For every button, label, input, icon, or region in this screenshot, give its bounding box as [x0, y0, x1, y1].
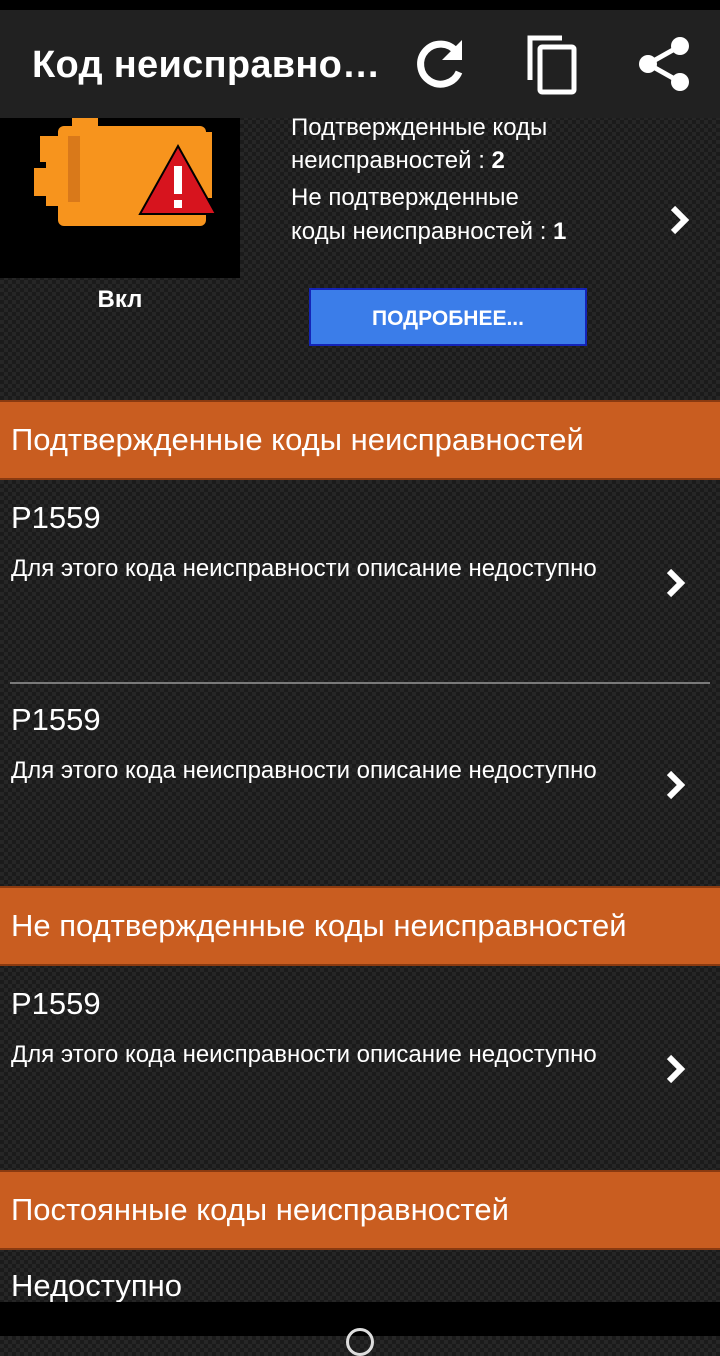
app-bar: Код неисправно… [0, 10, 720, 118]
dtc-description: Для этого кода неисправности описание не… [11, 555, 597, 582]
unconfirmed-count-label: Не подтвержденные [291, 184, 519, 211]
dtc-code: P1559 [11, 702, 101, 737]
chevron-right-icon [660, 1051, 692, 1087]
details-button[interactable]: ПОДРОБНЕЕ... [309, 288, 587, 346]
section-title: Не подтвержденные коды неисправностей [11, 908, 627, 943]
dtc-description: Для этого кода неисправности описание не… [11, 1041, 597, 1068]
copy-icon[interactable] [520, 32, 584, 96]
unconfirmed-count-text: коды неисправностей : [291, 218, 554, 245]
list-item[interactable]: P1559 Для этого кода неисправности описа… [0, 702, 720, 882]
confirmed-count-text: неисправностей : [291, 147, 492, 174]
confirmed-count-line: неисправностей : 2 [291, 144, 505, 178]
status-bar [0, 0, 720, 10]
page-title: Код неисправно… [32, 44, 381, 86]
dtc-description: Для этого кода неисправности описание не… [11, 757, 597, 784]
dtc-code: P1559 [11, 500, 101, 535]
unconfirmed-count-line: коды неисправностей : 1 [291, 215, 566, 249]
chevron-right-icon [660, 767, 692, 803]
share-icon[interactable] [632, 32, 696, 96]
refresh-icon[interactable] [408, 32, 472, 96]
unconfirmed-count-value: 1 [553, 218, 567, 245]
unconfirmed-section-header: Не подтвержденные коды неисправностей [0, 886, 720, 966]
permanent-codes-value: Недоступно [11, 1268, 182, 1303]
dtc-summary: Вкл Подтвержденные коды неисправностей :… [0, 114, 720, 398]
confirmed-section-header: Подтвержденные коды неисправностей [0, 400, 720, 480]
confirmed-count-value: 2 [491, 147, 505, 174]
dtc-code: P1559 [11, 986, 101, 1021]
engine-status-label: Вкл [97, 286, 143, 313]
divider [10, 682, 710, 684]
chevron-right-icon[interactable] [664, 202, 696, 238]
list-item[interactable]: P1559 Для этого кода неисправности описа… [0, 500, 720, 680]
chevron-right-icon [660, 565, 692, 601]
home-button-icon[interactable] [346, 1328, 374, 1356]
section-title: Постоянные коды неисправностей [11, 1192, 509, 1227]
permanent-section-header: Постоянные коды неисправностей [0, 1170, 720, 1250]
section-title: Подтвержденные коды неисправностей [11, 422, 584, 457]
check-engine-warning-icon [0, 118, 240, 278]
list-item[interactable]: P1559 Для этого кода неисправности описа… [0, 986, 720, 1166]
